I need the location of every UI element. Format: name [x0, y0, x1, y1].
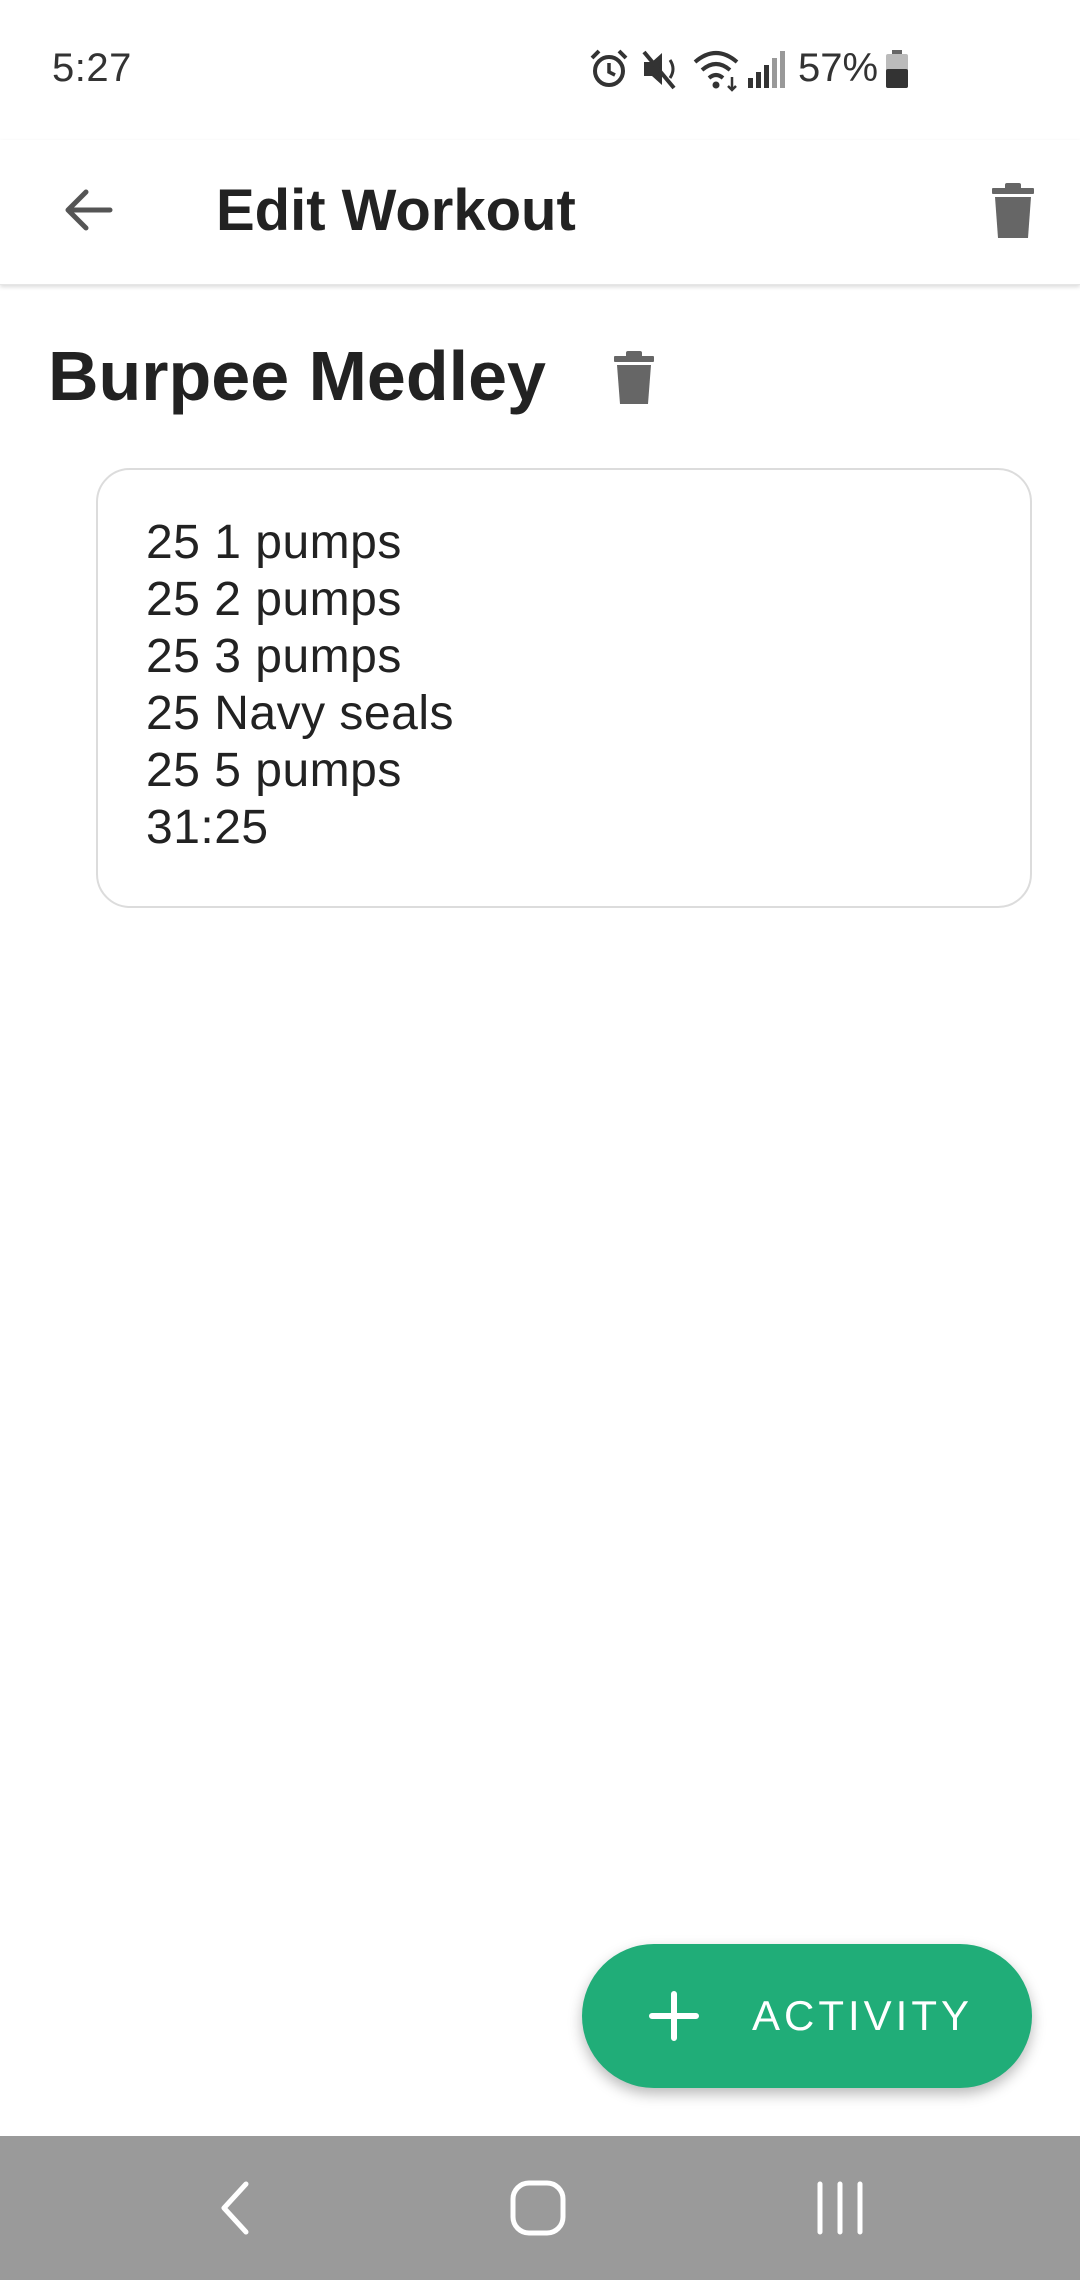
- battery-icon: [886, 50, 908, 88]
- wifi-icon: [693, 51, 739, 92]
- arrow-left-icon: [65, 189, 113, 231]
- note-line: 25 Navy seals: [146, 687, 454, 740]
- note-line: 25 3 pumps: [146, 630, 402, 683]
- system-nav-bar: [0, 2136, 1080, 2280]
- trash-icon: [614, 351, 654, 404]
- alarm-icon: [590, 49, 628, 87]
- nav-home-button[interactable]: [458, 2136, 618, 2280]
- note-line: 31:25: [146, 801, 269, 854]
- recents-nav-icon: [817, 2181, 863, 2235]
- workout-title: Burpee Medley: [48, 337, 546, 415]
- battery-percent: 57%: [798, 46, 879, 90]
- nav-recents-button[interactable]: [760, 2136, 920, 2280]
- add-activity-button[interactable]: ACTIVITY: [582, 1944, 1032, 2088]
- status-bar: 5:27 57%: [0, 0, 1080, 140]
- app-bar: Edit Workout: [0, 140, 1080, 285]
- add-activity-label: ACTIVITY: [752, 1992, 974, 2039]
- mute-icon: [642, 50, 676, 90]
- screen: 5:27 57% Edit Workout Burpee Medley 25 1…: [0, 0, 1080, 2280]
- workout-notes-field[interactable]: 25 1 pumps 25 2 pumps 25 3 pumps 25 Navy…: [96, 468, 1032, 908]
- delete-workout-button[interactable]: [968, 166, 1058, 256]
- note-line: 25 1 pumps: [146, 516, 402, 569]
- home-nav-icon: [510, 2180, 566, 2236]
- back-nav-icon: [221, 2181, 249, 2235]
- page-title: Edit Workout: [216, 178, 576, 243]
- note-line: 25 2 pumps: [146, 573, 402, 626]
- signal-icon: [748, 51, 785, 88]
- plus-icon: [649, 1991, 699, 2041]
- back-button[interactable]: [48, 170, 128, 250]
- note-line: 25 5 pumps: [146, 744, 402, 797]
- trash-icon: [992, 183, 1034, 238]
- status-icons: 57%: [0, 44, 1080, 100]
- delete-section-button[interactable]: [594, 338, 674, 418]
- nav-back-button[interactable]: [156, 2136, 316, 2280]
